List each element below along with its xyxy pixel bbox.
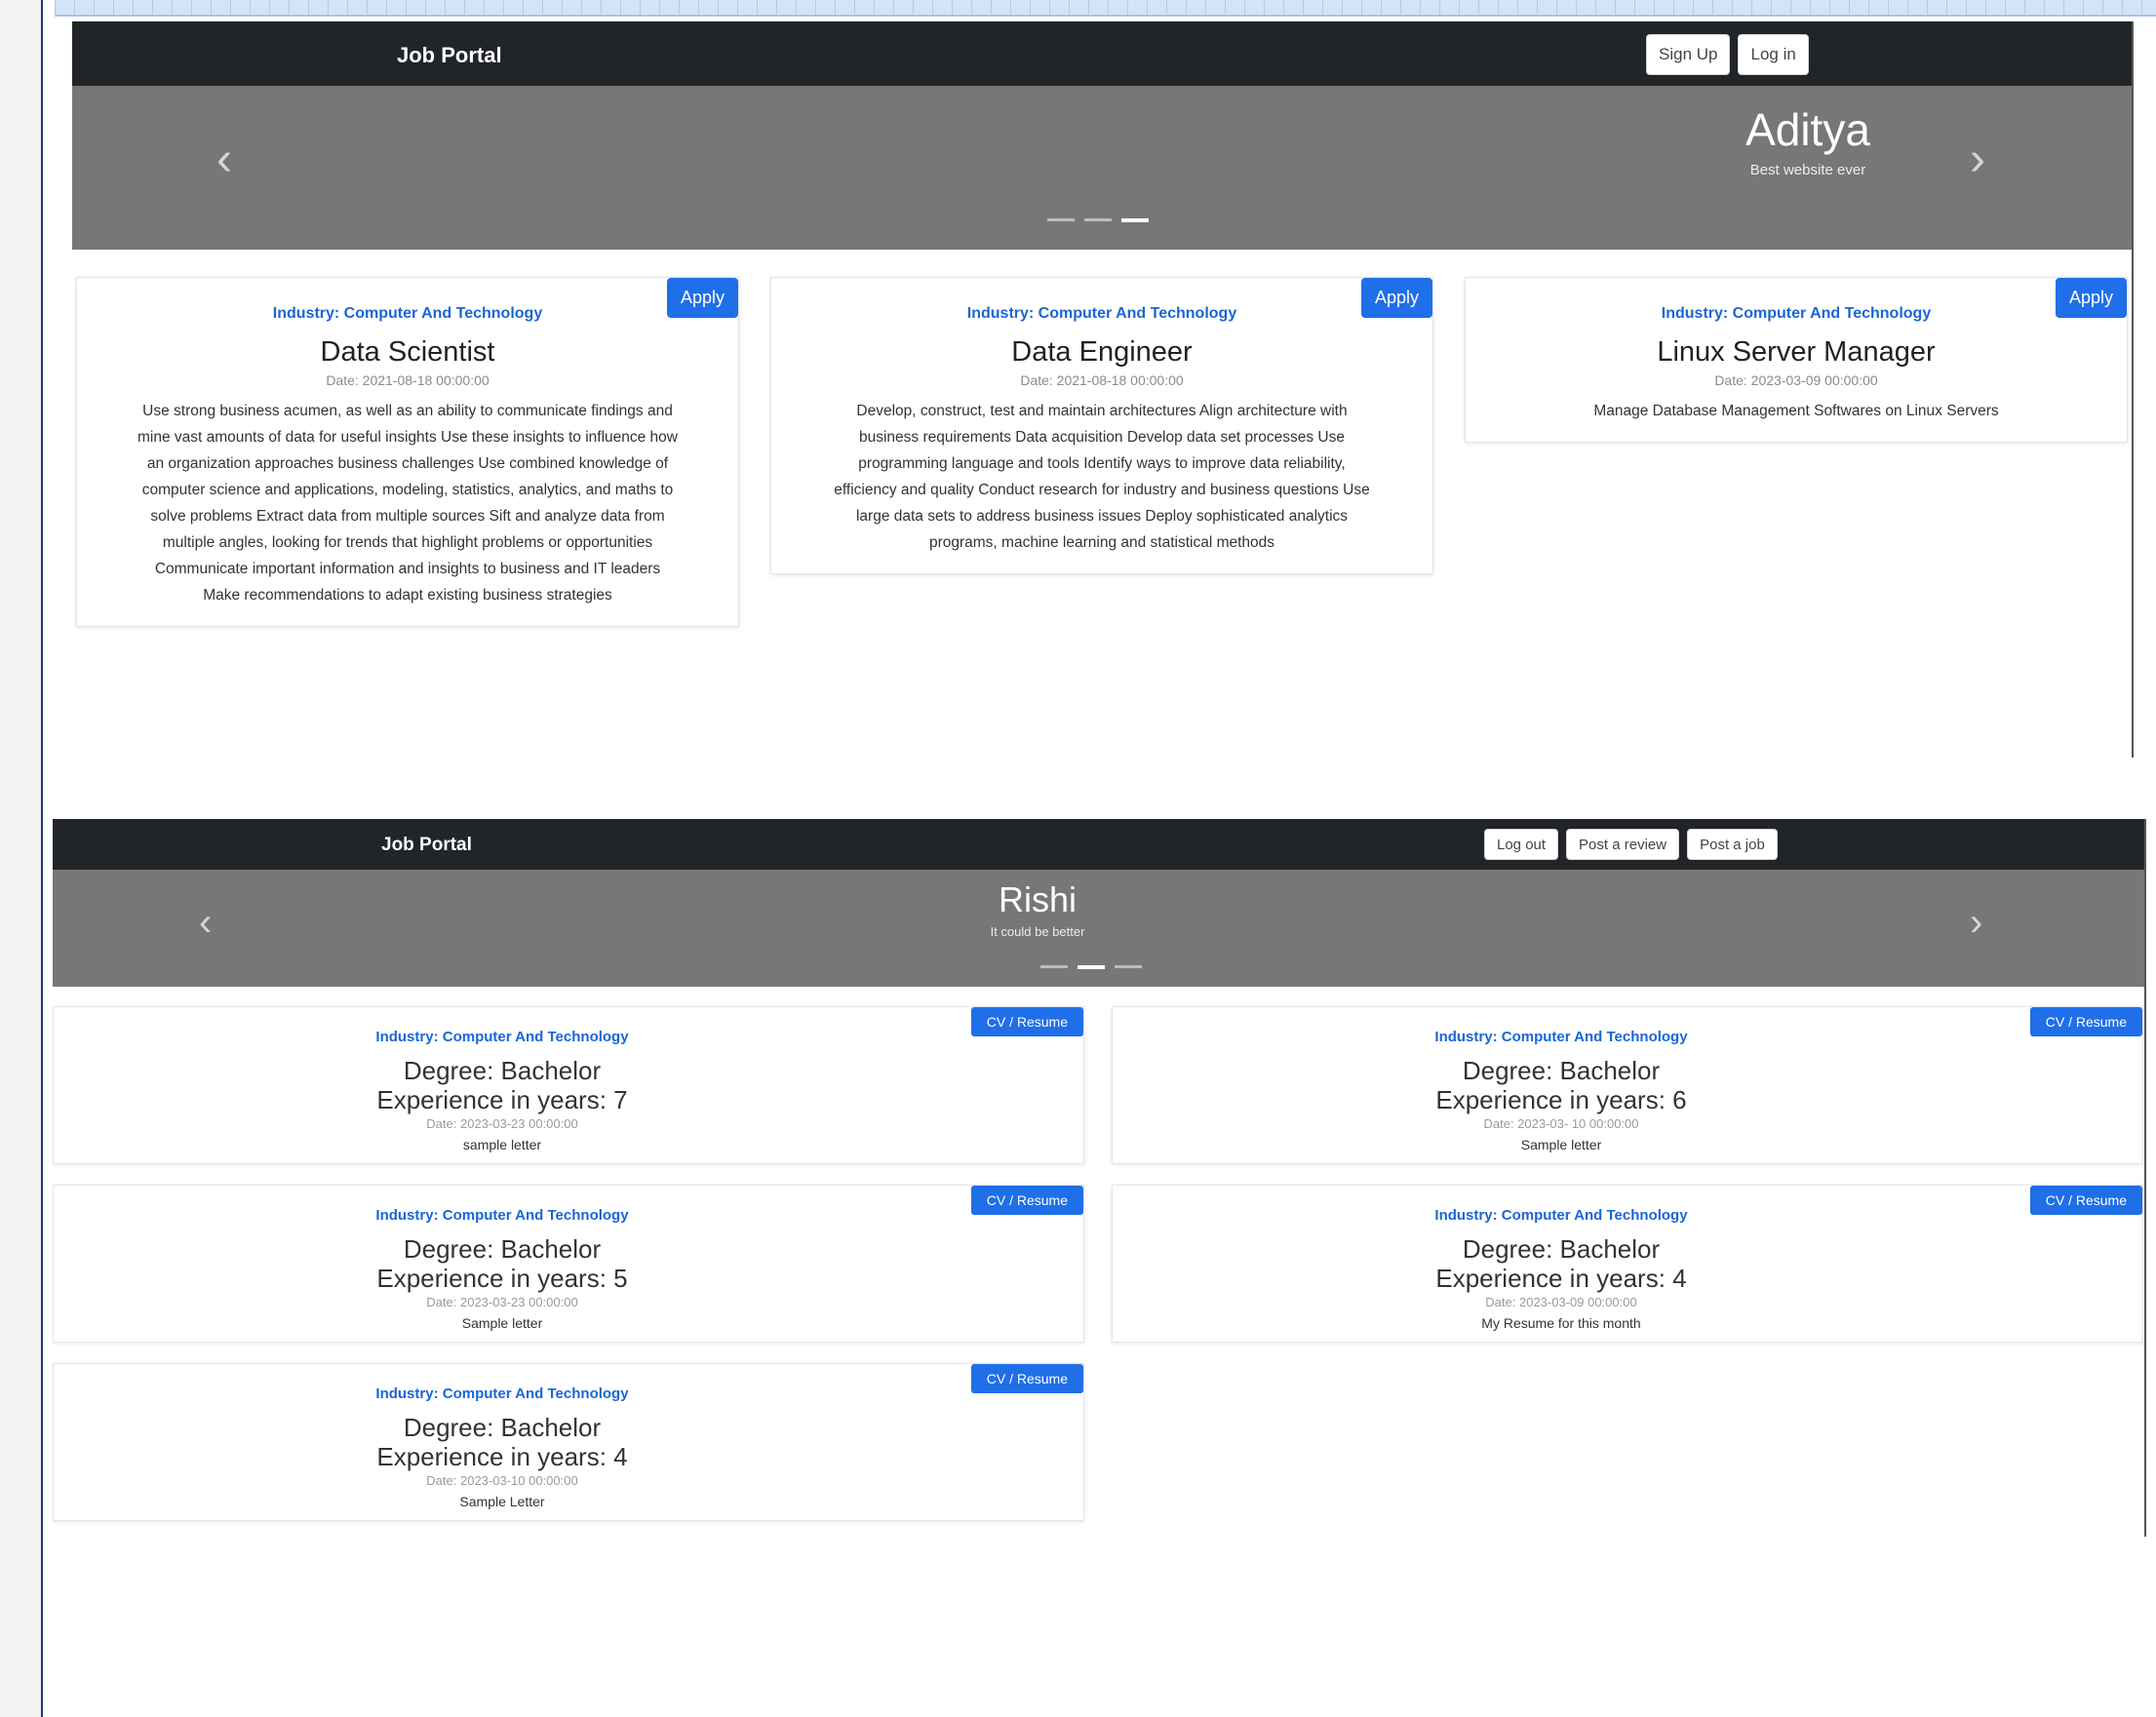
- carousel-indicators: [1040, 965, 1142, 969]
- resume-content: Industry: Computer And Technology Degree…: [54, 1029, 951, 1152]
- carousel-indicator[interactable]: [1047, 218, 1075, 221]
- resume-letter: Sample Letter: [459, 1494, 545, 1509]
- job-industry: Industry: Computer And Technology: [966, 305, 1237, 322]
- review-carousel: ‹ Rishi It could be better ›: [53, 870, 2144, 987]
- nav-buttons: Log out Post a review Post a job: [1484, 829, 1778, 860]
- resume-experience: Experience in years: 4: [1435, 1264, 1687, 1293]
- brand-title[interactable]: Job Portal: [397, 43, 502, 68]
- carousel-next-icon[interactable]: ›: [1970, 137, 1985, 183]
- job-title: Linux Server Manager: [1657, 336, 1936, 368]
- cv-resume-button[interactable]: CV / Resume: [970, 1007, 1083, 1036]
- resume-industry: Industry: Computer And Technology: [1434, 1029, 1688, 1045]
- sign-up-button[interactable]: Sign Up: [1646, 34, 1731, 75]
- resume-industry: Industry: Computer And Technology: [375, 1385, 629, 1402]
- carousel-prev-icon[interactable]: ‹: [216, 137, 232, 183]
- screenshot-guest-jobs: Job Portal Sign Up Log in ‹ Aditya Best …: [72, 21, 2134, 758]
- resume-letter: Sample letter: [461, 1315, 543, 1331]
- navbar: Job Portal Log out Post a review Post a …: [53, 819, 2144, 870]
- carousel-caption: Aditya Best website ever: [1662, 103, 1954, 178]
- carousel-subtitle: It could be better: [990, 924, 1085, 939]
- resume-content: Industry: Computer And Technology Degree…: [54, 1207, 951, 1331]
- job-card: Apply Industry: Computer And Technology …: [76, 277, 739, 627]
- carousel-indicator-active[interactable]: [1078, 965, 1105, 969]
- resume-degree: Degree: Bachelor: [403, 1234, 602, 1264]
- job-description: Use strong business acumen, as well as a…: [137, 403, 678, 604]
- post-job-button[interactable]: Post a job: [1687, 829, 1778, 860]
- carousel-title: Aditya: [1745, 104, 1870, 155]
- resume-industry: Industry: Computer And Technology: [375, 1207, 629, 1224]
- job-industry: Industry: Computer And Technology: [272, 305, 543, 322]
- brand-title[interactable]: Job Portal: [381, 835, 472, 856]
- resume-card: CV / Resume Industry: Computer And Techn…: [1112, 1185, 2143, 1343]
- job-description: Manage Database Management Softwares on …: [1593, 403, 1999, 419]
- resume-date: Date: 2023-03-09 00:00:00: [1485, 1295, 1637, 1309]
- carousel-next-icon[interactable]: ›: [1970, 903, 1982, 942]
- window-left-gutter: [0, 0, 43, 1717]
- resume-degree: Degree: Bachelor: [403, 1413, 602, 1442]
- resume-experience: Experience in years: 7: [376, 1085, 628, 1114]
- job-title: Data Engineer: [1011, 336, 1193, 368]
- carousel-indicator-active[interactable]: [1121, 218, 1149, 222]
- resume-date: Date: 2023-03-23 00:00:00: [426, 1116, 578, 1131]
- carousel-indicator[interactable]: [1084, 218, 1112, 221]
- cv-resume-button[interactable]: CV / Resume: [2029, 1007, 2142, 1036]
- resume-letter: sample letter: [462, 1137, 542, 1152]
- carousel-caption: Rishi It could be better: [891, 879, 1184, 939]
- carousel-indicators: [1047, 218, 1149, 222]
- resume-degree: Degree: Bachelor: [403, 1056, 602, 1085]
- nav-buttons: Sign Up Log in: [1646, 34, 1809, 75]
- job-description: Develop, construct, test and maintain ar…: [834, 403, 1370, 551]
- carousel-subtitle: Best website ever: [1749, 162, 1866, 178]
- carousel-prev-icon[interactable]: ‹: [199, 903, 212, 942]
- resume-date: Date: 2023-03-23 00:00:00: [426, 1295, 578, 1309]
- job-date: Date: 2021-08-18 00:00:00: [1020, 372, 1184, 388]
- resume-industry: Industry: Computer And Technology: [375, 1029, 629, 1045]
- resume-card: CV / Resume Industry: Computer And Techn…: [53, 1185, 1084, 1343]
- resume-letter: My Resume for this month: [1481, 1315, 1641, 1331]
- carousel-title: Rishi: [998, 879, 1077, 919]
- cv-resume-button[interactable]: CV / Resume: [970, 1364, 1083, 1393]
- job-industry: Industry: Computer And Technology: [1661, 305, 1932, 322]
- log-in-button[interactable]: Log in: [1738, 34, 1809, 75]
- apply-button[interactable]: Apply: [2055, 278, 2127, 318]
- job-date: Date: 2023-03-09 00:00:00: [1714, 372, 1878, 388]
- resume-degree: Degree: Bachelor: [1462, 1056, 1661, 1085]
- resume-card: CV / Resume Industry: Computer And Techn…: [53, 1006, 1084, 1164]
- post-review-button[interactable]: Post a review: [1566, 829, 1680, 860]
- job-date: Date: 2021-08-18 00:00:00: [326, 372, 490, 388]
- cv-resume-button[interactable]: CV / Resume: [970, 1186, 1083, 1215]
- resume-experience: Experience in years: 5: [376, 1264, 628, 1293]
- log-out-button[interactable]: Log out: [1484, 829, 1559, 860]
- carousel-indicator[interactable]: [1040, 965, 1068, 968]
- apply-button[interactable]: Apply: [1360, 278, 1432, 318]
- resume-date: Date: 2023-03-10 00:00:00: [426, 1473, 578, 1488]
- review-carousel: ‹ Aditya Best website ever ›: [72, 86, 2132, 250]
- resume-experience: Experience in years: 6: [1435, 1085, 1687, 1114]
- resume-experience: Experience in years: 4: [376, 1442, 628, 1471]
- cv-resume-button[interactable]: CV / Resume: [2029, 1186, 2142, 1215]
- top-ruler-strip: [55, 0, 2156, 17]
- job-card: Apply Industry: Computer And Technology …: [770, 277, 1433, 574]
- resume-letter: Sample letter: [1520, 1137, 1602, 1152]
- resume-card: CV / Resume Industry: Computer And Techn…: [1112, 1006, 2143, 1164]
- resume-content: Industry: Computer And Technology Degree…: [1113, 1207, 2010, 1331]
- resume-industry: Industry: Computer And Technology: [1434, 1207, 1688, 1224]
- screenshot-employer-resumes: Job Portal Log out Post a review Post a …: [53, 819, 2146, 1537]
- apply-button[interactable]: Apply: [666, 278, 738, 318]
- job-title: Data Scientist: [320, 336, 495, 368]
- carousel-indicator[interactable]: [1115, 965, 1142, 968]
- navbar: Job Portal Sign Up Log in: [72, 21, 2132, 86]
- resume-content: Industry: Computer And Technology Degree…: [1113, 1029, 2010, 1152]
- resume-degree: Degree: Bachelor: [1462, 1234, 1661, 1264]
- resume-date: Date: 2023-03- 10 00:00:00: [1483, 1116, 1639, 1131]
- job-card: Apply Industry: Computer And Technology …: [1465, 277, 2128, 443]
- resume-card: CV / Resume Industry: Computer And Techn…: [53, 1363, 1084, 1521]
- resume-content: Industry: Computer And Technology Degree…: [54, 1385, 951, 1509]
